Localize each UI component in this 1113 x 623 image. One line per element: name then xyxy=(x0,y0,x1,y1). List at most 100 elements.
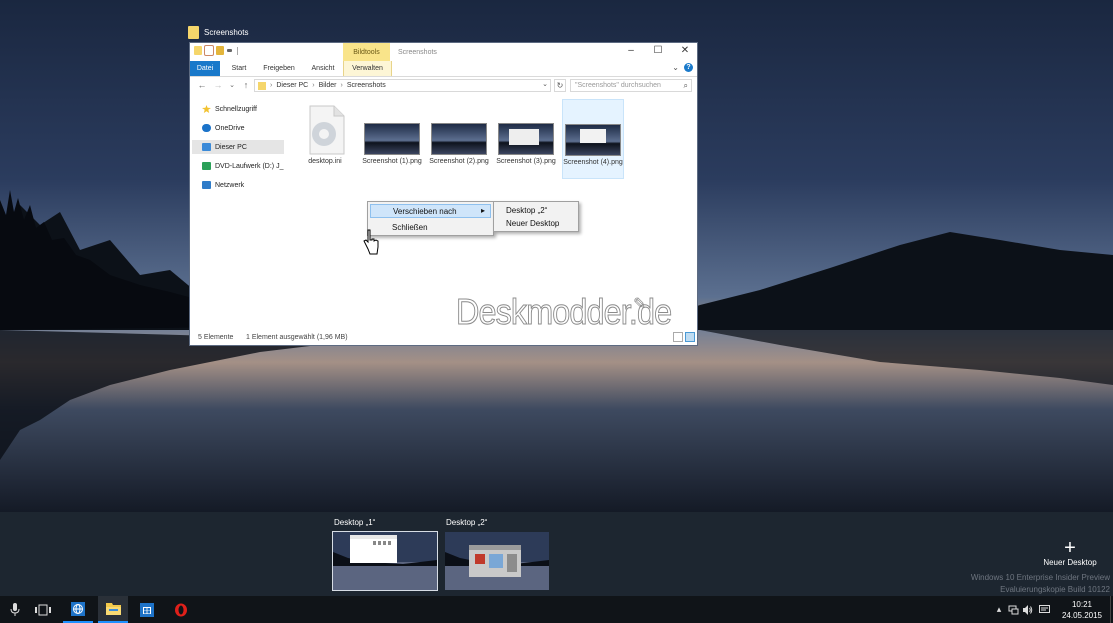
image-thumbnail xyxy=(365,124,419,154)
clock-time: 10:21 xyxy=(1071,599,1093,609)
cloud-icon xyxy=(202,124,211,132)
nav-item-network[interactable]: Netzwerk xyxy=(192,178,284,192)
nav-item-dvd-drive[interactable]: DVD-Laufwerk (D:) J_ xyxy=(192,159,284,173)
recent-locations-button[interactable]: ⌄ xyxy=(226,79,238,91)
folder-icon[interactable] xyxy=(194,46,202,55)
new-desktop-label: Neuer Desktop xyxy=(1043,558,1097,567)
globe-icon xyxy=(71,601,85,616)
selection-info: 1 Element ausgewählt (1,96 MB) xyxy=(246,334,348,341)
file-item-screenshot-4[interactable]: Screenshot (4).png xyxy=(562,99,624,179)
bildtools-context-tab: Bildtools xyxy=(343,43,390,61)
explorer-window[interactable]: Bildtools Screenshots – ☐ ✕ Datei Start … xyxy=(190,43,697,345)
menu-item-move-to[interactable]: Verschieben nach ▸ xyxy=(370,204,491,218)
clock-date: 24.05.2015 xyxy=(1061,610,1103,620)
build-watermark-line: Evaluierungskopie Build 10122 xyxy=(1000,585,1110,594)
chevron-right-icon[interactable]: › xyxy=(341,82,343,89)
folder-icon xyxy=(258,81,266,90)
title-bar[interactable]: Bildtools Screenshots – ☐ ✕ xyxy=(190,43,697,61)
desktop-1-label: Desktop „1“ xyxy=(334,518,376,527)
file-item-screenshot-2[interactable]: Screenshot (2).png xyxy=(428,102,490,178)
tab-verwalten[interactable]: Verwalten xyxy=(343,61,392,76)
tab-datei[interactable]: Datei xyxy=(190,61,220,76)
ribbon-controls: ⌄ ? xyxy=(672,63,693,72)
network-icon[interactable] xyxy=(1006,596,1020,623)
desktop-1-thumbnail[interactable] xyxy=(333,532,437,590)
file-item-desktop-ini[interactable]: desktop.ini xyxy=(294,102,356,178)
desktop-preview xyxy=(333,532,437,590)
taskbar-file-explorer[interactable] xyxy=(98,596,128,623)
quick-access-toolbar xyxy=(194,46,238,55)
volume-icon[interactable] xyxy=(1020,596,1034,623)
nav-item-this-pc[interactable]: Dieser PC xyxy=(192,140,284,154)
status-bar: 5 Elemente 1 Element ausgewählt (1,96 MB… xyxy=(190,330,697,345)
chevron-down-icon[interactable] xyxy=(227,49,232,52)
breadcrumb-this-pc[interactable]: Dieser PC xyxy=(276,82,308,89)
microphone-icon xyxy=(10,602,20,616)
menu-item-label: Schließen xyxy=(392,222,428,232)
action-center-icon[interactable] xyxy=(1034,596,1054,623)
expand-ribbon-icon[interactable]: ⌄ xyxy=(672,63,679,72)
tab-start[interactable]: Start xyxy=(226,61,252,76)
window-label-text: Screenshots xyxy=(204,27,249,37)
window-preview xyxy=(580,129,606,143)
nav-label: OneDrive xyxy=(215,124,245,132)
address-bar[interactable]: › Dieser PC › Bilder › Screenshots ⌄ xyxy=(254,79,551,92)
breadcrumb-screenshots[interactable]: Screenshots xyxy=(347,82,386,89)
image-thumbnail xyxy=(566,125,620,155)
chevron-right-icon[interactable]: › xyxy=(312,82,314,89)
file-label: Screenshot (1).png xyxy=(362,158,422,165)
new-folder-icon[interactable] xyxy=(216,46,224,55)
pen-icon: ✎ xyxy=(633,296,647,313)
window-preview xyxy=(509,129,539,145)
store-icon xyxy=(140,602,154,617)
file-label: Screenshot (4).png xyxy=(563,159,623,166)
nav-item-onedrive[interactable]: OneDrive xyxy=(192,121,284,135)
desktop-2-thumbnail[interactable] xyxy=(445,532,549,590)
maximize-button[interactable]: ☐ xyxy=(644,43,672,57)
large-icons-view-icon[interactable] xyxy=(685,332,695,342)
forward-button[interactable]: → xyxy=(212,79,224,91)
taskbar-browser[interactable] xyxy=(63,596,93,623)
task-view-button[interactable] xyxy=(28,596,58,623)
separator xyxy=(237,46,238,55)
build-watermark-line: Windows 10 Enterprise Insider Preview xyxy=(970,573,1110,582)
move-to-submenu: Desktop „2“ Neuer Desktop xyxy=(493,201,579,232)
file-item-screenshot-3[interactable]: Screenshot (3).png xyxy=(495,102,557,178)
search-input[interactable]: "Screenshots" durchsuchen ⌕ xyxy=(570,79,692,92)
menu-item-close[interactable]: Schließen xyxy=(370,220,491,234)
minimize-button[interactable]: – xyxy=(617,43,645,57)
settings-file-icon xyxy=(309,105,345,155)
taskbar: ▴ 10:21 24.05.2015 xyxy=(0,596,1113,623)
tab-ansicht[interactable]: Ansicht xyxy=(306,61,340,76)
task-view-window-label[interactable]: Screenshots xyxy=(188,24,248,40)
new-desktop-button[interactable]: + Neuer Desktop xyxy=(1040,538,1100,574)
close-button[interactable]: ✕ xyxy=(671,43,699,57)
cortana-mic-button[interactable] xyxy=(0,596,30,623)
file-item-screenshot-1[interactable]: Screenshot (1).png xyxy=(361,102,423,178)
breadcrumb-pictures[interactable]: Bilder xyxy=(319,82,337,89)
task-view-icon xyxy=(35,604,51,615)
refresh-button[interactable]: ↻ xyxy=(554,79,566,92)
up-button[interactable]: ↑ xyxy=(240,79,252,91)
search-icon[interactable]: ⌕ xyxy=(684,81,688,91)
nav-item-quick-access[interactable]: Schnellzugriff xyxy=(192,102,284,116)
details-view-icon[interactable] xyxy=(673,332,683,342)
chevron-right-icon[interactable]: › xyxy=(270,82,272,89)
show-hidden-icons-icon[interactable]: ▴ xyxy=(992,596,1006,623)
chevron-down-icon[interactable]: ⌄ xyxy=(542,80,548,88)
tab-freigeben[interactable]: Freigeben xyxy=(260,61,298,76)
dvd-icon xyxy=(202,162,211,170)
file-label: desktop.ini xyxy=(308,158,342,165)
submenu-item-desktop-2[interactable]: Desktop „2“ xyxy=(496,204,576,217)
properties-icon[interactable] xyxy=(205,46,213,55)
taskbar-opera[interactable] xyxy=(166,596,196,623)
computer-icon xyxy=(202,143,211,151)
help-icon[interactable]: ? xyxy=(684,63,693,72)
opera-icon xyxy=(175,603,187,616)
clock[interactable]: 10:21 24.05.2015 xyxy=(1054,599,1110,621)
back-button[interactable]: ← xyxy=(196,79,208,91)
window-title: Screenshots xyxy=(398,48,437,56)
taskbar-store[interactable] xyxy=(132,596,162,623)
address-row: ← → ⌄ ↑ › Dieser PC › Bilder › Screensho… xyxy=(190,77,697,95)
submenu-item-new-desktop[interactable]: Neuer Desktop xyxy=(496,217,576,230)
